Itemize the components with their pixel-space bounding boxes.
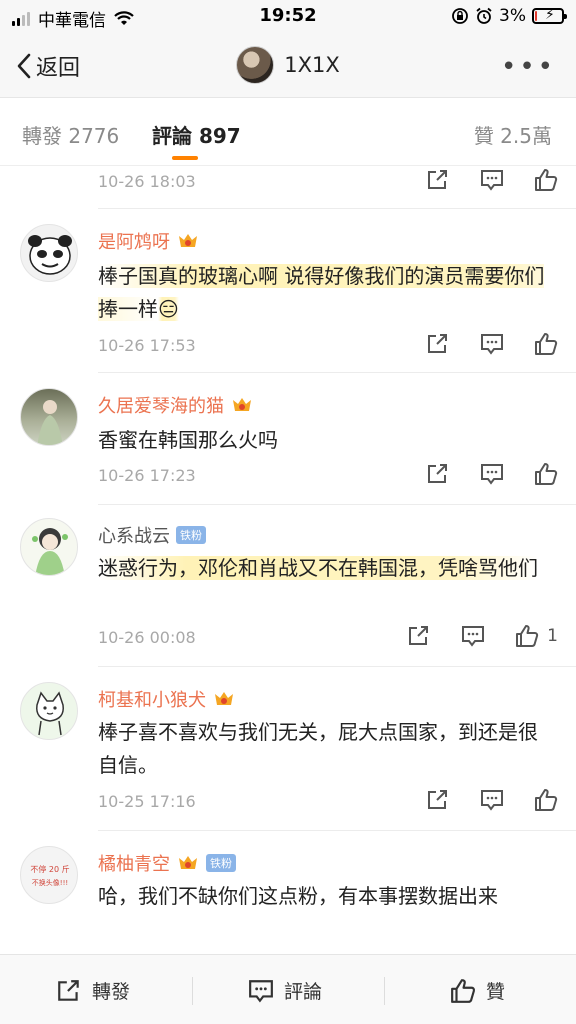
divider bbox=[98, 208, 576, 209]
reply-button[interactable] bbox=[480, 333, 504, 355]
share-icon bbox=[428, 334, 447, 353]
avatar-text-line-2: 不换头像!!! bbox=[32, 878, 68, 887]
username[interactable]: 是阿鸩呀 bbox=[98, 228, 170, 254]
like-count: 1 bbox=[547, 626, 558, 646]
vip-crown-icon bbox=[233, 398, 251, 411]
username[interactable]: 久居爱琴海的猫 bbox=[98, 392, 224, 418]
comment-icon bbox=[481, 464, 503, 485]
share-icon bbox=[58, 979, 79, 1001]
thumbs-up-icon bbox=[535, 333, 558, 355]
user-avatar[interactable] bbox=[20, 518, 78, 576]
reply-button[interactable] bbox=[480, 463, 504, 485]
like-button[interactable] bbox=[534, 332, 558, 356]
comment-meta: 10-26 17:53 bbox=[98, 332, 558, 362]
share-icon bbox=[428, 170, 447, 189]
orientation-lock-icon bbox=[452, 8, 468, 24]
bottom-action-bar: 轉發 評論 贊 bbox=[0, 954, 576, 1024]
vip-crown-icon bbox=[179, 856, 197, 869]
bottom-comment-button[interactable]: 評論 bbox=[248, 977, 322, 1004]
username[interactable]: 柯基和小狼犬 bbox=[98, 686, 206, 712]
bottom-repost-label: 轉發 bbox=[92, 981, 131, 1003]
share-icon bbox=[428, 464, 447, 483]
thumbs-up-icon bbox=[451, 978, 476, 1003]
comment-icon bbox=[481, 790, 503, 811]
divider bbox=[384, 977, 385, 1005]
battery-percent: 3% bbox=[499, 6, 526, 26]
vip-crown-icon bbox=[215, 692, 233, 705]
comment-text: 棒子国真的玻璃心啊 说得好像我们的演员需要你们捧一样😑 bbox=[98, 264, 545, 321]
more-icon[interactable]: ••• bbox=[501, 52, 556, 82]
like-button[interactable] bbox=[534, 788, 558, 812]
comment-meta: 10-25 17:16 bbox=[98, 788, 558, 818]
divider bbox=[98, 504, 576, 505]
username[interactable]: 橘柚青空 bbox=[98, 850, 170, 876]
thumbs-up-icon bbox=[516, 625, 539, 647]
bottom-like-label: 贊 bbox=[486, 981, 506, 1003]
share-icon bbox=[409, 626, 429, 645]
repost-button[interactable] bbox=[426, 169, 450, 191]
like-button[interactable] bbox=[534, 462, 558, 486]
repost-button[interactable] bbox=[426, 789, 450, 811]
page-title: 1X1X bbox=[284, 53, 340, 77]
nav-bar: 返回 1X1X ••• bbox=[0, 36, 576, 98]
comment-meta: 10-26 17:23 bbox=[98, 462, 558, 492]
comment-text: 哈，我们不缺你们这点粉，有本事摆数据出来 bbox=[98, 884, 498, 908]
bottom-comment-label: 評論 bbox=[284, 981, 323, 1003]
fan-badge: 铁粉 bbox=[176, 526, 206, 544]
user-avatar[interactable] bbox=[20, 224, 78, 282]
battery-icon: ⚡ bbox=[532, 7, 567, 24]
comment-icon bbox=[249, 979, 273, 1003]
comment-meta: 10-26 00:08 1 bbox=[98, 624, 558, 654]
user-avatar[interactable] bbox=[20, 682, 78, 740]
alarm-icon bbox=[476, 7, 492, 24]
bottom-repost-button[interactable]: 轉發 bbox=[56, 977, 130, 1004]
comment-text: 香蜜在韩国那么火吗 bbox=[98, 428, 278, 452]
username[interactable]: 心系战云 bbox=[98, 522, 170, 548]
active-tab-indicator bbox=[172, 156, 198, 160]
expressionless-emoji-icon: 😑 bbox=[158, 297, 179, 321]
like-button[interactable]: 1 bbox=[515, 624, 558, 648]
reply-button[interactable] bbox=[461, 625, 485, 647]
repost-button[interactable] bbox=[426, 463, 450, 485]
comment-icon bbox=[481, 334, 503, 355]
comment-time: 10-26 18:03 bbox=[98, 172, 196, 191]
comment-meta: 10-26 18:03 bbox=[98, 168, 558, 198]
tab-repost[interactable]: 轉發 2776 bbox=[22, 120, 119, 149]
bottom-like-button[interactable]: 贊 bbox=[450, 977, 505, 1004]
comment-icon bbox=[481, 170, 503, 191]
share-icon bbox=[428, 790, 447, 809]
like-button[interactable] bbox=[534, 168, 558, 192]
vip-crown-icon bbox=[179, 234, 197, 247]
avatar-text-line-1: 不停 20 斤 bbox=[30, 864, 69, 874]
comment-time: 10-26 00:08 bbox=[98, 628, 196, 647]
thumbs-up-icon bbox=[535, 463, 558, 485]
tab-comment[interactable]: 評論 897 bbox=[152, 120, 241, 149]
divider bbox=[192, 977, 193, 1005]
tab-bar: 轉發 2776 評論 897 贊 2.5萬 bbox=[0, 98, 576, 166]
reply-button[interactable] bbox=[480, 789, 504, 811]
comment-time: 10-25 17:16 bbox=[98, 792, 196, 811]
repost-button[interactable] bbox=[426, 333, 450, 355]
comment-time: 10-26 17:53 bbox=[98, 336, 196, 355]
fan-badge: 铁粉 bbox=[206, 854, 236, 872]
divider bbox=[98, 666, 576, 667]
reply-button[interactable] bbox=[480, 169, 504, 191]
tab-like[interactable]: 贊 2.5萬 bbox=[474, 120, 552, 149]
status-bar: 中華電信 19:52 3% ⚡ bbox=[0, 0, 576, 36]
thumbs-up-icon bbox=[535, 789, 558, 811]
user-avatar[interactable] bbox=[20, 388, 78, 446]
repost-button[interactable] bbox=[407, 625, 431, 647]
comment-text: 迷惑行为，邓伦和肖战又不在韩国混，凭啥骂他们 bbox=[98, 556, 538, 580]
divider bbox=[98, 830, 576, 831]
comment-time: 10-26 17:23 bbox=[98, 466, 196, 485]
author-avatar[interactable] bbox=[236, 46, 275, 84]
comment-text: 棒子喜不喜欢与我们无关，屁大点国家，到还是很自信。 bbox=[98, 720, 538, 777]
thumbs-up-icon bbox=[535, 169, 558, 191]
user-avatar[interactable]: 不停 20 斤 不换头像!!! bbox=[20, 846, 78, 904]
comment-icon bbox=[462, 626, 485, 647]
comment-list[interactable]: 10-26 18:03 是阿鸩呀 棒子国真的玻璃心啊 说得好像我们的演员需要你们… bbox=[0, 166, 576, 956]
divider bbox=[98, 372, 576, 373]
